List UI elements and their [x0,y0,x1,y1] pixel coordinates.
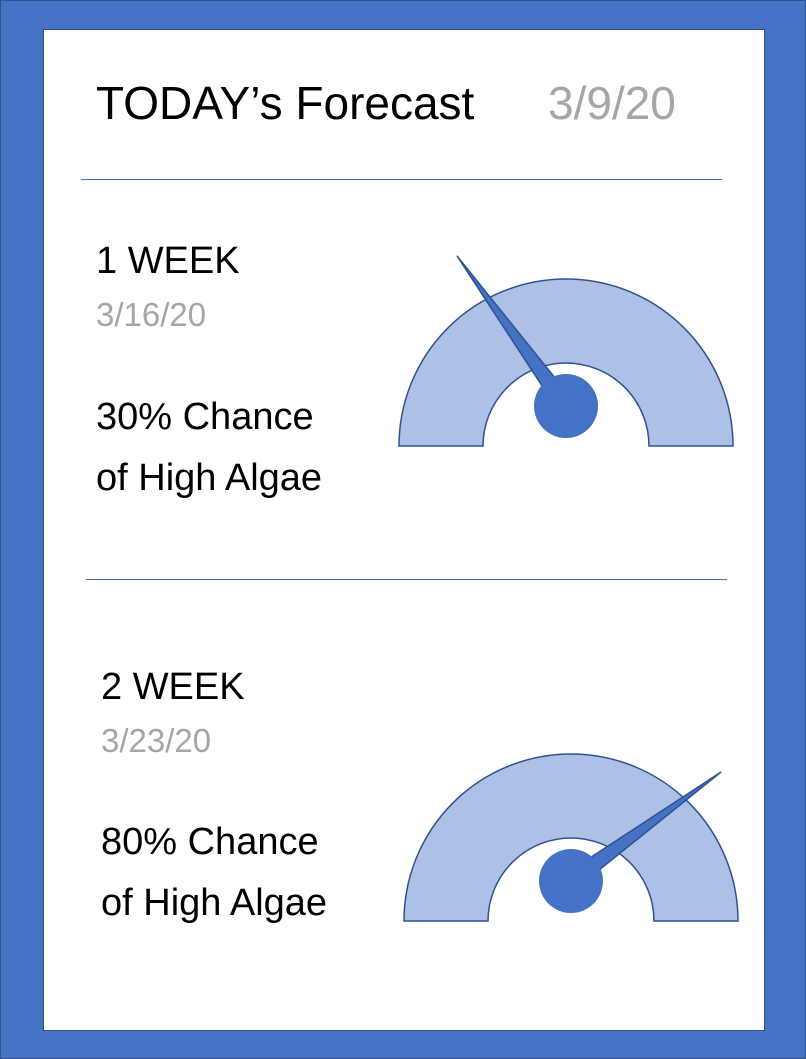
page-title: TODAY’s Forecast [96,77,475,129]
chance-text-suffix: of High Algae [96,457,323,499]
today-date: 3/9/20 [548,77,676,129]
gauge-hub [539,849,603,913]
chance-text: 30% Chance [96,396,314,438]
gauge-hub [534,374,598,438]
chance-text: 80% Chance [101,821,319,863]
forecast-date: 3/16/20 [96,296,207,333]
divider [86,579,727,580]
forecast-period-label: 1 WEEK [96,240,240,282]
outer-frame: TODAY’s Forecast 3/9/20 1 WEEK 3/16/20 3… [0,0,806,1059]
forecast-date: 3/23/20 [101,722,212,759]
divider [81,179,722,180]
gauge-icon [403,753,739,922]
forecast-card: TODAY’s Forecast 3/9/20 1 WEEK 3/16/20 3… [43,29,765,1031]
forecast-period-label: 2 WEEK [101,666,245,708]
gauge-icon [398,255,734,447]
chance-text-suffix: of High Algae [101,882,328,924]
